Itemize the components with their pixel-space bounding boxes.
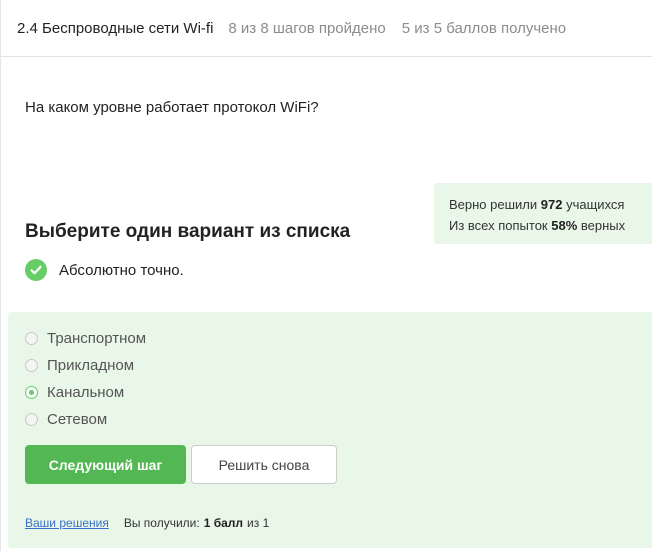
result-line: Ваши решения Вы получили: 1 балл из 1 (25, 516, 269, 530)
option-datalink[interactable]: Канальном (25, 382, 124, 402)
correct-feedback: Абсолютно точно. (25, 259, 184, 281)
score-prefix: Вы получили: (123, 516, 200, 530)
score-suffix: из 1 (247, 516, 270, 530)
option-label: Сетевом (47, 410, 108, 428)
stats-box: Верно решили 972 учащихся Из всех попыто… (434, 183, 652, 244)
step-page: 2.4 Беспроводные сети Wi-fi 8 из 8 шагов… (0, 0, 652, 551)
radio-button[interactable] (25, 331, 38, 345)
attempts-stat: Из всех попыток 58% верных (449, 215, 652, 236)
question-text: На каком уровне работает протокол WiFi? (25, 99, 319, 116)
steps-progress: 8 из 8 шагов пройдено (228, 19, 386, 37)
instruction-heading: Выберите один вариант из списка (25, 221, 351, 242)
retry-button[interactable]: Решить снова (191, 445, 337, 484)
next-step-button[interactable]: Следующий шаг (25, 445, 186, 484)
option-label: Прикладном (47, 356, 135, 374)
radio-button[interactable] (25, 412, 38, 426)
option-transport[interactable]: Транспортном (25, 328, 146, 348)
attempts-suffix: верных (580, 218, 626, 233)
check-circle-icon (25, 259, 47, 281)
option-label: Канальном (47, 383, 125, 401)
option-label: Транспортном (47, 329, 147, 347)
option-network[interactable]: Сетевом (25, 409, 107, 429)
attempts-percent: 58% (551, 218, 578, 233)
lesson-header: 2.4 Беспроводные сети Wi-fi 8 из 8 шагов… (1, 0, 652, 57)
radio-button-checked[interactable] (25, 385, 38, 399)
attempts-prefix: Из всех попыток (449, 218, 548, 233)
radio-button[interactable] (25, 358, 38, 372)
points-progress: 5 из 5 баллов получено (401, 19, 567, 37)
solved-suffix: учащихся (566, 197, 625, 212)
lesson-title[interactable]: 2.4 Беспроводные сети Wi-fi (17, 20, 213, 37)
score-value: 1 балл (203, 516, 244, 530)
solved-stat: Верно решили 972 учащихся (449, 194, 652, 215)
answer-panel: Транспортном Прикладном Канальном Сетево… (8, 312, 652, 548)
feedback-text: Абсолютно точно. (59, 261, 184, 279)
solved-prefix: Верно решили (449, 197, 538, 212)
your-solutions-link[interactable]: Ваши решения (25, 516, 109, 530)
solved-count: 972 (540, 197, 563, 212)
option-application[interactable]: Прикладном (25, 355, 134, 375)
